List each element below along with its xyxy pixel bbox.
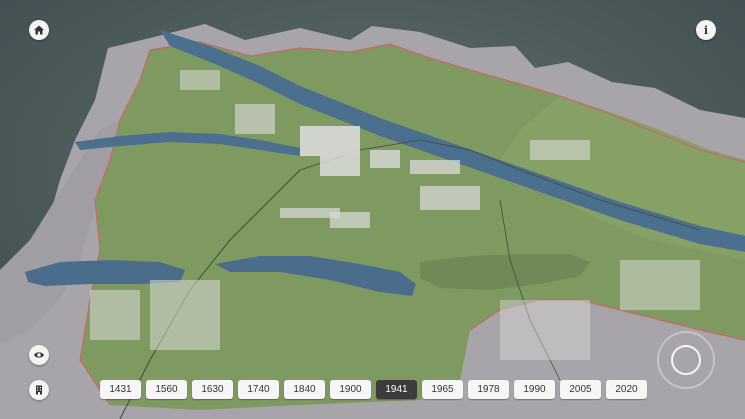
year-button-1990[interactable]: 1990 bbox=[514, 380, 555, 399]
year-button-1978[interactable]: 1978 bbox=[468, 380, 509, 399]
building-icon bbox=[36, 385, 42, 395]
info-icon: i bbox=[703, 23, 709, 37]
year-button-1630[interactable]: 1630 bbox=[192, 380, 233, 399]
year-button-1941[interactable]: 1941 bbox=[376, 380, 417, 399]
home-icon bbox=[34, 25, 44, 35]
buildings-button[interactable] bbox=[29, 380, 49, 400]
year-button-2020[interactable]: 2020 bbox=[606, 380, 647, 399]
home-button[interactable] bbox=[29, 20, 49, 40]
camera-joystick[interactable] bbox=[657, 331, 715, 389]
year-timeline: 1431 1560 1630 1740 1840 1900 1941 1965 1978 1990… bbox=[100, 380, 647, 399]
eye-icon bbox=[34, 352, 44, 358]
year-button-1560[interactable]: 1560 bbox=[146, 380, 187, 399]
year-button-1900[interactable]: 1900 bbox=[330, 380, 371, 399]
year-button-1740[interactable]: 1740 bbox=[238, 380, 279, 399]
view-toggle-button[interactable] bbox=[29, 345, 49, 365]
year-button-1840[interactable]: 1840 bbox=[284, 380, 325, 399]
info-button[interactable]: i bbox=[696, 20, 716, 40]
map-3d-view[interactable] bbox=[0, 0, 745, 419]
joystick-knob[interactable] bbox=[671, 345, 701, 375]
year-button-2005[interactable]: 2005 bbox=[560, 380, 601, 399]
year-button-1431[interactable]: 1431 bbox=[100, 380, 141, 399]
year-button-1965[interactable]: 1965 bbox=[422, 380, 463, 399]
